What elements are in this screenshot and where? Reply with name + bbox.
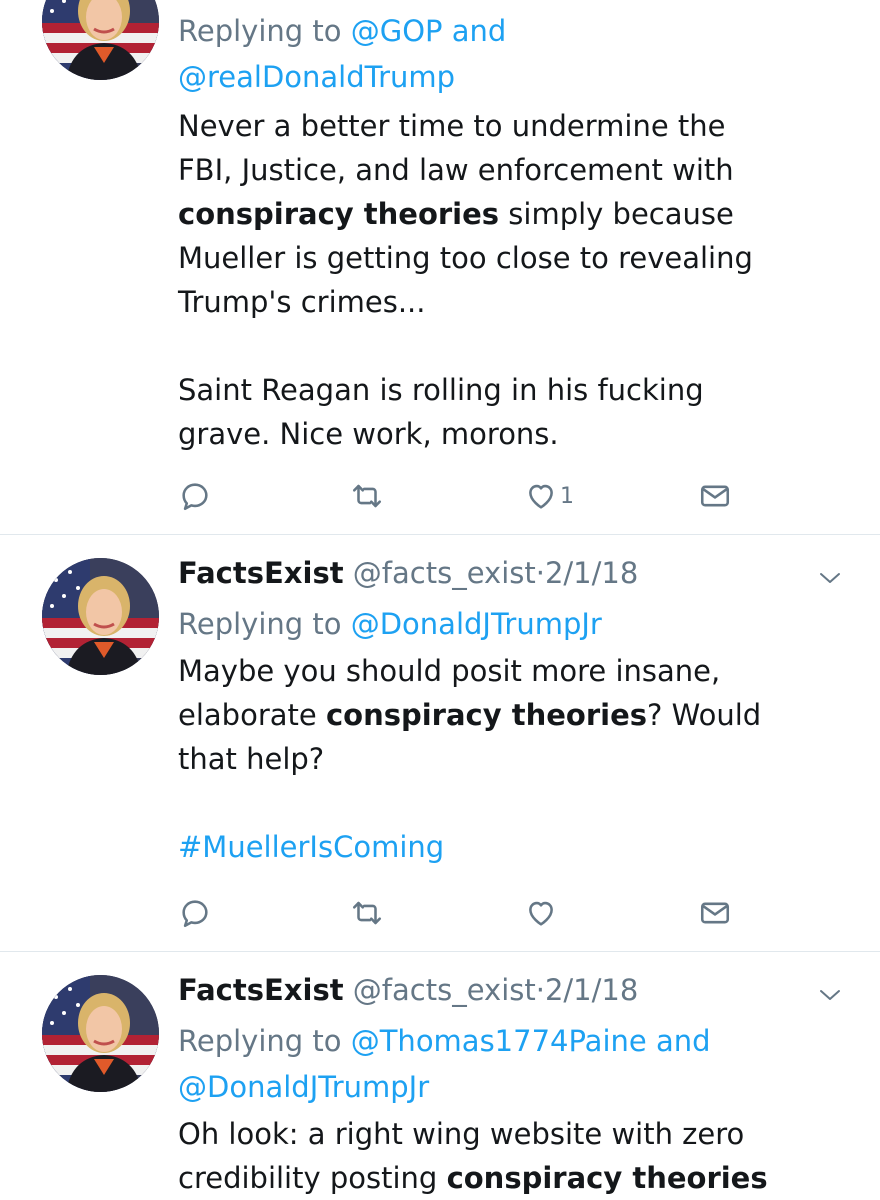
mention-link[interactable]: @DonaldJTrumpJr — [351, 607, 602, 641]
hashtag-link[interactable]: #MuellerIsComing — [178, 825, 828, 869]
tweet-line: Saint Reagan is rolling in his fucking — [178, 373, 704, 407]
replying-to: Replying to @GOP and @realDonaldTrump — [178, 8, 828, 100]
tweet-actions: 1 — [178, 476, 738, 516]
tweet-line: Oh look: a right wing website with zero — [178, 1117, 745, 1151]
tweet-date[interactable]: 2/1/18 — [545, 973, 638, 1007]
divider — [0, 951, 880, 952]
tweet-line: credibility posting — [178, 1161, 438, 1195]
avatar[interactable] — [42, 0, 159, 80]
tweet-line: Never a better time to undermine the — [178, 109, 726, 143]
tweet-text: Never a better time to undermine the FBI… — [178, 104, 828, 456]
replying-prefix: Replying to — [178, 14, 342, 48]
tweet-date[interactable]: 2/1/18 — [545, 556, 638, 590]
tweet-line: FBI, Justice, and law enforcement with — [178, 153, 734, 187]
tweet-line: elaborate — [178, 698, 317, 732]
avatar[interactable] — [42, 975, 159, 1092]
tweet-actions — [178, 893, 738, 933]
tweet-header: FactsExist @facts_exist·2/1/18 — [178, 972, 828, 1008]
reply-icon — [182, 483, 208, 511]
reply-button[interactable] — [178, 476, 212, 516]
tweet-header: FactsExist @facts_exist·2/1/18 — [178, 555, 828, 591]
like-button[interactable]: 1 — [524, 476, 574, 516]
keyword-bold: conspiracy theories — [446, 1161, 768, 1195]
tweet-line: Maybe you should posit more insane, — [178, 654, 721, 688]
avatar-image — [42, 975, 159, 1092]
reply-icon — [182, 900, 208, 928]
tweet-line: Mueller is getting too close to revealin… — [178, 241, 753, 275]
envelope-icon — [700, 485, 730, 507]
mention-link[interactable]: @Thomas1774Paine and — [351, 1024, 711, 1058]
chevron-down-icon[interactable] — [818, 988, 842, 1002]
tweet-text: Oh look: a right wing website with zero … — [178, 1112, 828, 1200]
direct-message-button[interactable] — [698, 476, 732, 516]
retweet-button[interactable] — [350, 893, 384, 933]
replying-prefix: Replying to — [178, 1024, 342, 1058]
mention-link[interactable]: @realDonaldTrump — [178, 60, 455, 94]
like-count: 1 — [560, 483, 574, 509]
avatar-image — [42, 0, 159, 80]
heart-icon — [529, 901, 553, 926]
avatar-image — [42, 558, 159, 675]
heart-icon — [529, 484, 553, 509]
tweet-line: ? Would — [647, 698, 762, 732]
chevron-down-icon[interactable] — [818, 571, 842, 585]
separator-dot: · — [535, 973, 545, 1007]
user-handle[interactable]: @facts_exist — [353, 556, 536, 590]
replying-to: Replying to @DonaldJTrumpJr — [178, 601, 828, 647]
tweet-line: that help? — [178, 742, 325, 776]
like-button[interactable] — [524, 893, 558, 933]
replying-to: Replying to @Thomas1774Paine and @Donald… — [178, 1018, 828, 1110]
divider — [0, 534, 880, 535]
retweet-icon — [352, 901, 382, 925]
avatar[interactable] — [42, 558, 159, 675]
tweet-line: Trump's crimes... — [178, 285, 426, 319]
user-handle[interactable]: @facts_exist — [353, 973, 536, 1007]
mention-link[interactable]: @GOP and — [351, 14, 507, 48]
envelope-icon — [700, 902, 730, 924]
replying-prefix: Replying to — [178, 607, 342, 641]
display-name[interactable]: FactsExist — [178, 973, 344, 1007]
keyword-bold: conspiracy theories — [178, 197, 500, 231]
separator-dot: · — [535, 556, 545, 590]
display-name[interactable]: FactsExist — [178, 556, 344, 590]
tweet-line: simply because — [508, 197, 734, 231]
tweet-text: Maybe you should posit more insane, elab… — [178, 649, 828, 869]
reply-button[interactable] — [178, 893, 212, 933]
direct-message-button[interactable] — [698, 893, 732, 933]
retweet-icon — [352, 484, 382, 508]
tweet-line: grave. Nice work, morons. — [178, 417, 559, 451]
keyword-bold: conspiracy theories — [325, 698, 648, 732]
mention-link[interactable]: @DonaldJTrumpJr — [178, 1070, 429, 1104]
retweet-button[interactable] — [350, 476, 384, 516]
